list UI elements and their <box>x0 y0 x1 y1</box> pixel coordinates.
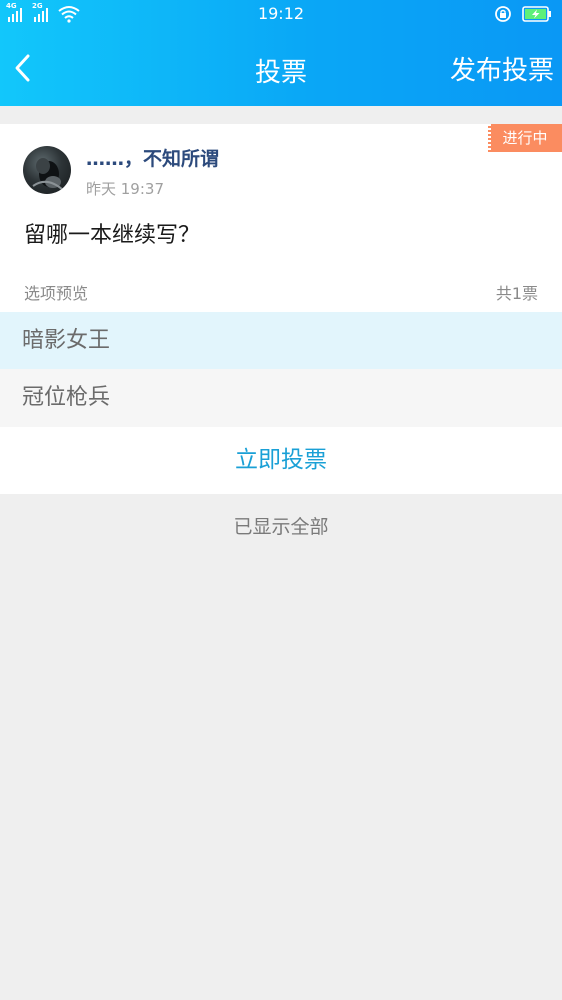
end-of-list-text: 已显示全部 <box>233 516 329 538</box>
username[interactable]: ……，不知所谓 <box>86 144 219 171</box>
back-button[interactable] <box>8 46 40 90</box>
vote-now-button[interactable]: 立即投票 <box>0 427 562 494</box>
publish-poll-button[interactable]: 发布投票 <box>450 50 554 87</box>
avatar-image <box>32 158 64 191</box>
poll-question: 留哪一本继续写？ <box>24 223 201 248</box>
navbar: 投票 发布投票 <box>0 30 562 106</box>
avatar[interactable] <box>23 146 71 194</box>
chevron-left-icon <box>15 54 30 82</box>
vote-count: 共1票 <box>495 284 538 303</box>
header: 4G 2G 19:12 投票 发布投票 <box>0 0 562 106</box>
status-bar: 4G 2G 19:12 <box>0 0 562 30</box>
status-badge: 进行中 <box>488 124 562 152</box>
poll-card: 进行中 ……，不知所谓 昨天 19:37 留哪一本继续写？ 选项预览 共1票 暗… <box>0 124 562 494</box>
battery-charging-icon <box>522 6 551 22</box>
options-preview-label: 选项预览 <box>24 284 89 303</box>
poll-option[interactable]: 暗影女王 <box>0 312 562 369</box>
status-time: 19:12 <box>257 4 305 23</box>
post-time: 昨天 19:37 <box>86 180 164 198</box>
rotation-lock-icon <box>495 6 511 22</box>
poll-option[interactable]: 冠位枪兵 <box>0 369 562 427</box>
